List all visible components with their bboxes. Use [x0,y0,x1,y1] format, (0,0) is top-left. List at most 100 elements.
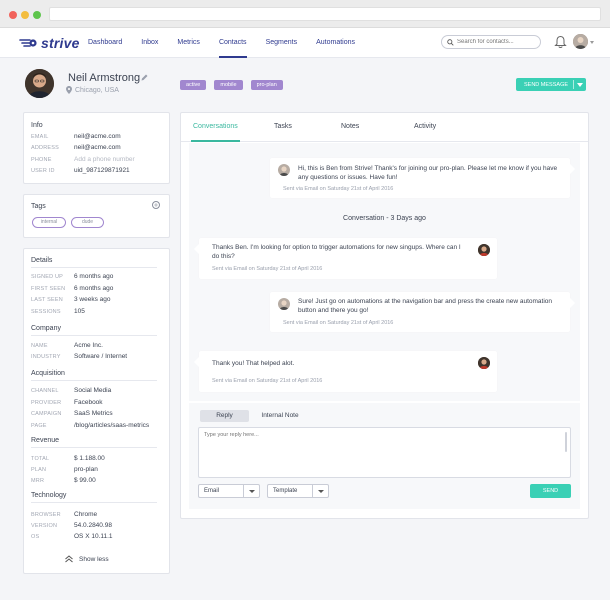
chevrons-up-icon [65,555,73,563]
reply-scrollbar[interactable] [565,432,567,452]
strive-logo-icon [19,39,37,47]
revenue-row: MRR $ 99.00 [31,477,96,484]
select-divider [312,485,313,497]
detail-value: 105 [74,308,85,315]
acquisition-row: PAGE/blog/articles/saas-metrics [31,422,149,429]
bubble-notch [194,357,199,367]
user-menu-chevron-down-icon[interactable] [590,41,594,44]
contact-search[interactable] [441,35,541,49]
channel-value: Email [204,488,220,494]
show-less-button[interactable]: Show less [64,555,109,563]
search-icon [447,38,454,46]
nav-metrics[interactable]: Metrics [177,28,200,58]
message-meta: Sent via Email on Saturday 21st of April… [212,378,323,384]
search-input[interactable] [457,39,537,45]
brand-name: strive [41,35,80,51]
reply-tab[interactable]: Reply [200,410,249,422]
details-card: Details SIGNED UP 6 months ago FIRST SEEN… [23,248,170,574]
tab-notes[interactable]: Notes [341,123,359,130]
select-divider [243,485,244,497]
contact-avatar [25,69,54,98]
nav-inbox[interactable]: Inbox [141,28,158,58]
acquisition-value: Facebook [74,399,103,406]
address-bar[interactable] [49,7,601,21]
window-maximize-icon[interactable] [33,11,41,19]
brand-logo[interactable]: strive [18,35,80,51]
technology-label: OS [31,534,40,540]
tab-tasks[interactable]: Tasks [274,123,292,130]
badge-active[interactable]: active [180,80,207,90]
technology-label: VERSION [31,523,58,529]
contact-mini-avatar [478,357,490,369]
nav-automations[interactable]: Automations [316,28,355,58]
technology-row: OS OS X 10.11.1 [31,533,113,540]
message-meta: Sent via Email on Saturday 21st of April… [283,320,394,326]
bubble-notch [570,298,575,308]
contact-avatar-image [25,69,54,98]
channel-select[interactable]: Email [198,484,260,498]
detail-label: FIRST SEEN [31,286,66,292]
revenue-label: TOTAL [31,456,50,462]
details-row: LAST SEEN 3 weeks ago [31,296,111,303]
company-divider [31,335,157,336]
badge-mobile[interactable]: mobile [214,80,243,90]
message-meta: Sent via Email on Saturday 21st of April… [283,186,394,192]
internal-note-tab[interactable]: Internal Note [257,410,303,422]
nav-dashboard[interactable]: Dashboard [88,28,122,58]
chevron-down-icon [249,490,255,493]
detail-label: SIGNED UP [31,274,64,280]
location-text: Chicago, USA [75,86,119,94]
template-select[interactable]: Template [267,484,329,498]
message-bubble: Thank you! That helped alot. Sent via Em… [194,351,497,392]
bubble-notch [194,244,199,254]
tag-internal[interactable]: internal [32,217,66,228]
send-message-button[interactable]: SEND MESSAGE [516,78,586,91]
technology-value: Chrome [74,511,98,518]
message-bubble: Hi, this is Ben from Strive! Thank's for… [270,158,575,198]
info-userid-value: uid_987129871921 [74,167,130,174]
conversation-panel: Conversations Tasks Notes Activity Hi, t… [180,112,589,519]
detail-label: SESSIONS [31,309,61,315]
info-userid-label: USER ID [31,168,55,174]
window-close-icon[interactable] [9,11,17,19]
detail-value: 6 months ago [74,273,114,280]
company-row: NAME Acme Inc. [31,342,103,349]
detail-value: 3 weeks ago [74,296,111,303]
details-divider [31,267,157,268]
info-row-phone: PHONE Add a phone number [31,156,135,163]
technology-value: 54.0.2840.98 [74,522,112,529]
nav-segments[interactable]: Segments [266,28,298,58]
bell-icon[interactable] [554,35,567,49]
tab-conversations[interactable]: Conversations [191,123,240,142]
revenue-label: PLAN [31,467,47,473]
acquisition-label: PROVIDER [31,400,62,406]
map-pin-icon [66,86,72,94]
message-bubble: Sure! Just go on automations at the navi… [270,292,575,332]
info-address-value[interactable]: neil@acme.com [74,144,121,151]
user-avatar[interactable] [573,34,588,49]
acquisition-value[interactable]: /blog/articles/saas-metrics [74,422,149,429]
add-tag-plus-icon[interactable] [152,201,160,209]
tab-activity[interactable]: Activity [414,123,436,130]
conversation-divider: Conversation - 3 Days ago [343,215,426,222]
revenue-value: pro-plan [74,466,98,473]
contact-mini-avatar-image [478,357,490,369]
window-minimize-icon[interactable] [21,11,29,19]
info-row-email: EMAIL neil@acme.com [31,133,121,140]
message-text: Thank you! That helped alot. [212,360,295,367]
company-label: NAME [31,343,48,349]
top-navigation: strive Dashboard Inbox Metrics Contacts … [0,28,610,58]
technology-divider [31,502,157,503]
tag-dude[interactable]: dude [71,217,104,228]
reply-textarea[interactable] [204,432,559,472]
nav-contacts[interactable]: Contacts [218,28,247,58]
chevron-down-icon[interactable] [577,83,583,87]
revenue-divider [31,447,157,448]
info-email-value[interactable]: neil@acme.com [74,133,121,140]
pencil-icon[interactable] [140,73,149,82]
send-reply-button[interactable]: SEND [530,484,571,498]
contact-mini-avatar [478,244,490,256]
badge-pro-plan[interactable]: pro-plan [250,80,283,90]
info-phone-value[interactable]: Add a phone number [74,156,135,163]
button-divider [573,80,574,89]
